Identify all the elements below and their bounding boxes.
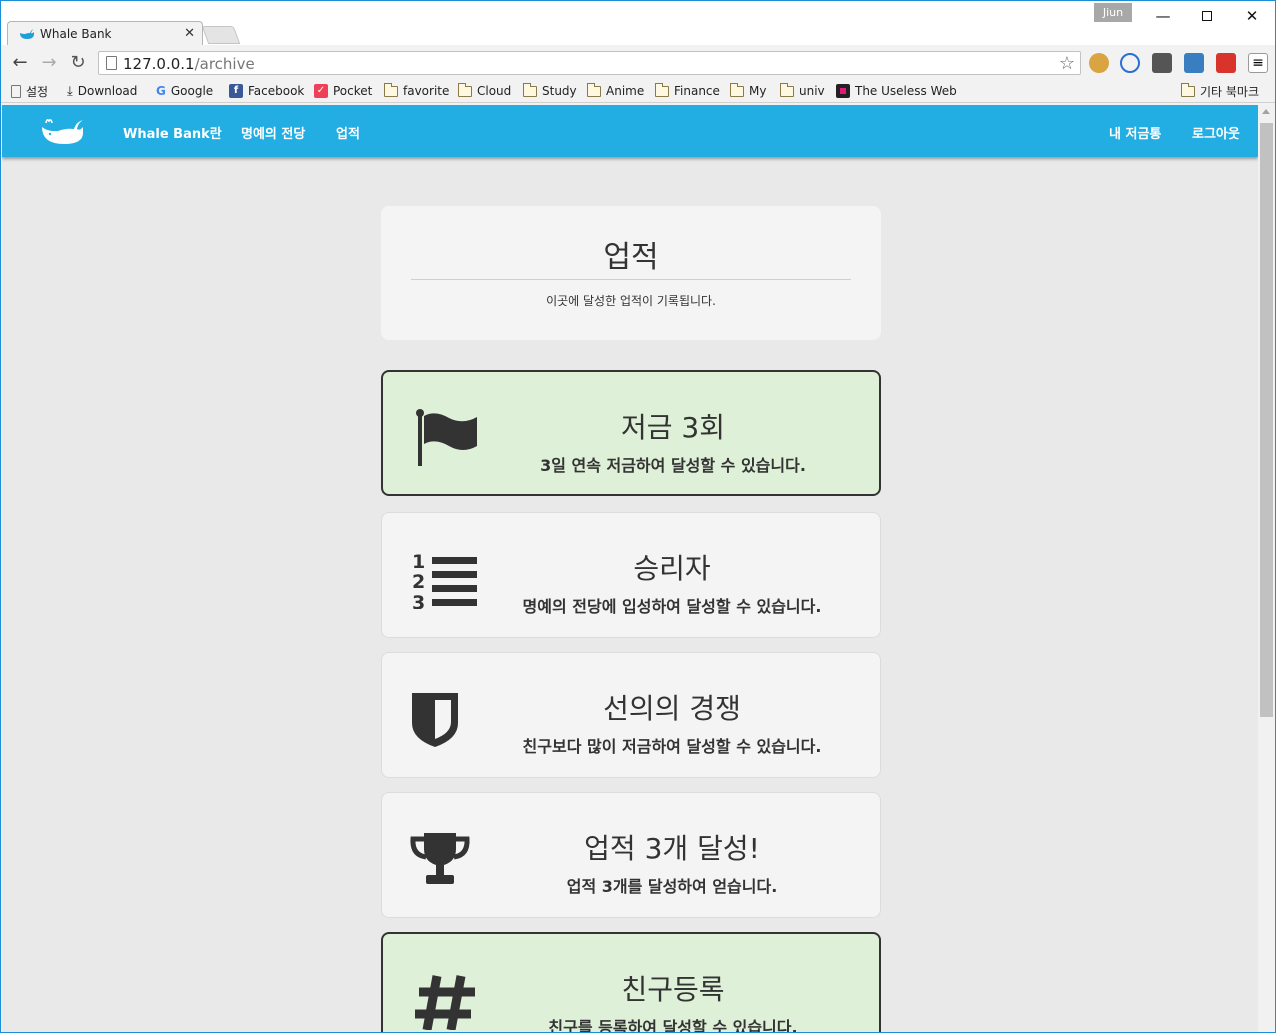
tab-title: Whale Bank	[40, 27, 112, 41]
forward-arrow-icon[interactable]: →	[38, 52, 60, 74]
address-bar[interactable]: 127.0.0.1/archive ☆	[98, 51, 1081, 75]
achievement-card: 1 2 3 승리자 명예의 전당에 입성하여 달성할 수 있습니다.	[381, 512, 881, 638]
facebook-icon: f	[229, 84, 243, 98]
bookmark-folder-my[interactable]: My	[730, 82, 766, 100]
achievement-card: 선의의 경쟁 친구보다 많이 저금하여 달성할 수 있습니다.	[381, 652, 881, 778]
minimize-icon[interactable]: —	[1148, 5, 1178, 27]
pocket-icon: ✓	[314, 84, 328, 98]
bookmark-folder-study[interactable]: Study	[523, 82, 577, 100]
folder-icon	[587, 82, 601, 97]
nav-link-achievements[interactable]: 업적	[336, 123, 360, 142]
new-tab-button[interactable]	[201, 26, 241, 44]
header-divider	[411, 279, 851, 280]
bookmark-google[interactable]: G Google	[156, 82, 213, 100]
browser-window: Whale Bank ✕ Jiun — ✕ ← → ↻ 127.0.0.1/ar…	[0, 0, 1276, 1033]
bookmark-star-icon[interactable]: ☆	[1059, 53, 1075, 74]
page-subtitle: 이곳에 달성한 업적이 기록됩니다.	[546, 294, 716, 308]
maximize-icon[interactable]	[1192, 5, 1222, 27]
bookmark-folder-cloud[interactable]: Cloud	[458, 82, 511, 100]
window-extension-icon[interactable]	[1184, 53, 1204, 73]
achievement-description: 친구보다 많이 저금하여 달성할 수 있습니다.	[522, 737, 822, 756]
whale-logo-icon[interactable]	[40, 117, 84, 145]
bookmark-other[interactable]: 기타 북마크	[1181, 82, 1259, 100]
achievement-card: 저금 3회 3일 연속 저금하여 달성할 수 있습니다.	[381, 370, 881, 496]
bookmark-useless-web[interactable]: The Useless Web	[836, 82, 957, 100]
bookmark-settings[interactable]: 설정	[11, 82, 48, 100]
folder-icon	[523, 82, 537, 97]
window-close-icon[interactable]: ✕	[1237, 5, 1267, 27]
bookmark-facebook[interactable]: f Facebook	[229, 82, 304, 100]
bookmark-folder-favorite[interactable]: favorite	[384, 82, 449, 100]
page-title: 업적	[603, 240, 659, 275]
useless-web-icon	[836, 84, 850, 98]
achievement-description: 3일 연속 저금하여 달성할 수 있습니다.	[540, 456, 806, 475]
menu-icon[interactable]: ≡	[1248, 53, 1268, 73]
nav-link-about[interactable]: Whale Bank란	[123, 123, 222, 142]
achievement-description: 업적 3개를 달성하여 얻습니다.	[566, 877, 778, 896]
browser-tab[interactable]: Whale Bank ✕	[7, 21, 203, 46]
nav-link-my-piggybank[interactable]: 내 저금통	[1109, 123, 1161, 142]
svg-text:3: 3	[412, 592, 425, 609]
achievement-title: 저금 3회	[621, 411, 725, 444]
nav-link-logout[interactable]: 로그아웃	[1192, 123, 1240, 142]
folder-icon	[730, 82, 744, 97]
folder-icon	[458, 82, 472, 97]
title-bar: Whale Bank ✕ Jiun — ✕	[1, 1, 1275, 46]
folder-icon	[780, 82, 794, 97]
achievement-description: 명예의 전당에 입성하여 달성할 수 있습니다.	[522, 597, 822, 616]
page-icon	[11, 84, 21, 98]
page-viewport: Whale Bank란 명예의 전당 업적 내 저금통 로그아웃 업적 이곳에 …	[2, 105, 1258, 1032]
profile-button[interactable]: Jiun	[1094, 3, 1132, 22]
sync-extension-icon[interactable]	[1120, 53, 1140, 73]
todoist-extension-icon[interactable]	[1216, 53, 1236, 73]
folder-icon	[1181, 82, 1195, 97]
achievement-title: 업적 3개 달성!	[584, 832, 760, 865]
folder-icon	[384, 82, 398, 97]
achievement-title: 친구등록	[621, 973, 725, 1006]
page-header-card: 업적 이곳에 달성한 업적이 기록됩니다.	[381, 206, 881, 340]
bookmark-pocket[interactable]: ✓ Pocket	[314, 82, 372, 100]
folder-icon	[655, 82, 669, 97]
tab-close-icon[interactable]: ✕	[184, 26, 195, 41]
bookmarks-bar: 설정 ⤓ Download G Google f Facebook ✓ Pocket f…	[1, 79, 1275, 103]
page-icon	[106, 56, 117, 70]
nav-link-hall-of-fame[interactable]: 명예의 전당	[241, 123, 305, 142]
svg-text:2: 2	[412, 571, 425, 593]
achievement-card: 친구등록 친구를 등록하여 달성할 수 있습니다.	[381, 932, 881, 1032]
svg-text:1: 1	[412, 551, 425, 573]
reload-icon[interactable]: ↻	[67, 52, 89, 74]
scroll-up-arrow-icon[interactable]	[1262, 109, 1270, 114]
achievement-description: 친구를 등록하여 달성할 수 있습니다.	[548, 1018, 798, 1032]
bookmark-folder-univ[interactable]: univ	[780, 82, 825, 100]
vertical-scrollbar[interactable]	[1258, 105, 1275, 1032]
pocket-extension-icon[interactable]	[1152, 53, 1172, 73]
whale-favicon-icon	[20, 29, 34, 39]
bookmark-folder-anime[interactable]: Anime	[587, 82, 644, 100]
achievement-card: 업적 3개 달성! 업적 3개를 달성하여 얻습니다.	[381, 792, 881, 918]
site-navbar: Whale Bank란 명예의 전당 업적 내 저금통 로그아웃	[2, 105, 1258, 157]
achievement-title: 승리자	[633, 552, 711, 585]
browser-toolbar: ← → ↻ 127.0.0.1/archive ☆ ≡	[1, 45, 1275, 79]
google-icon: G	[156, 84, 166, 98]
bookmark-folder-finance[interactable]: Finance	[655, 82, 720, 100]
scrollbar-thumb[interactable]	[1260, 123, 1273, 717]
bookmark-download[interactable]: ⤓ Download	[67, 82, 137, 100]
back-arrow-icon[interactable]: ←	[9, 52, 31, 74]
url-text: 127.0.0.1/archive	[123, 55, 255, 73]
download-icon: ⤓	[67, 83, 73, 99]
achievement-title: 선의의 경쟁	[603, 692, 741, 725]
cookie-extension-icon[interactable]	[1089, 53, 1109, 73]
